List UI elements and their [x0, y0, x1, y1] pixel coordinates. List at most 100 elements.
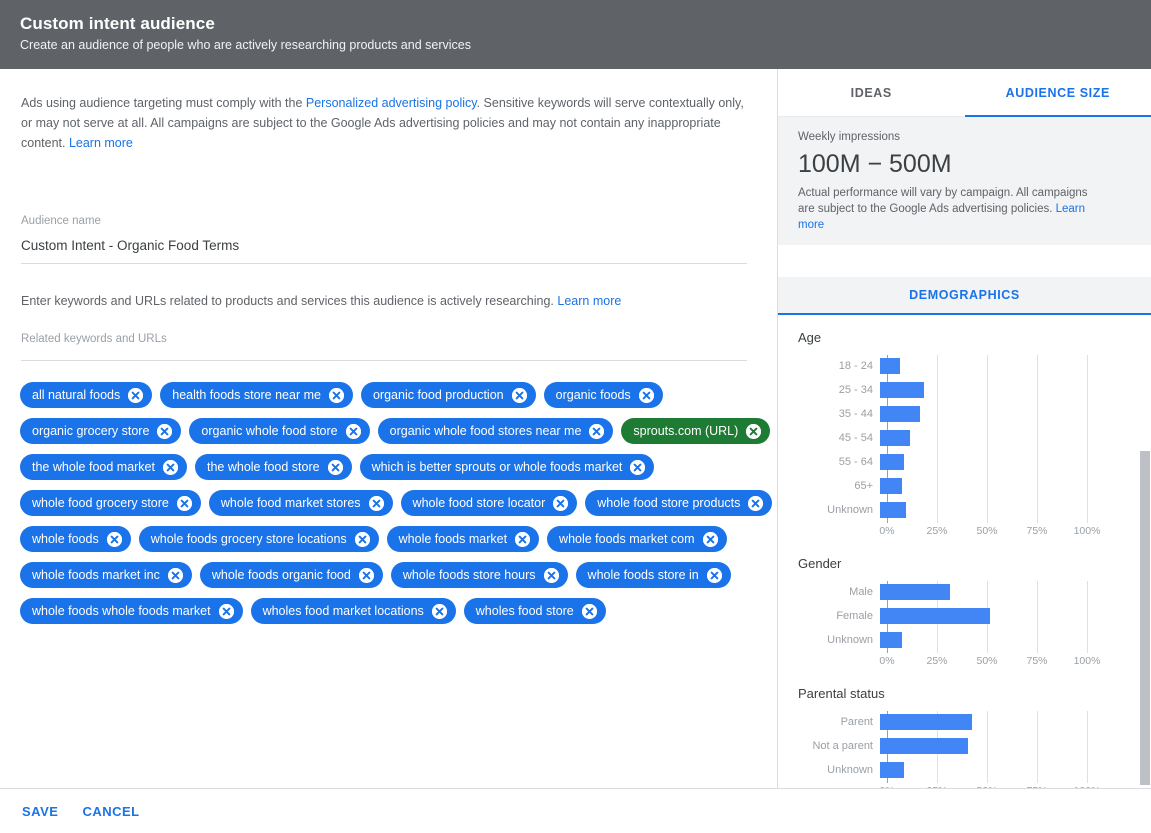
- keyword-chip[interactable]: whole food market stores: [208, 490, 393, 516]
- keyword-chip[interactable]: whole foods market com: [547, 526, 727, 552]
- chip-remove-icon[interactable]: [511, 387, 527, 403]
- chip-remove-button[interactable]: [431, 603, 447, 619]
- chip-remove-button[interactable]: [748, 495, 764, 511]
- chip-remove-icon[interactable]: [748, 495, 764, 511]
- keyword-chip[interactable]: all natural foods: [20, 382, 153, 408]
- chip-remove-button[interactable]: [515, 531, 531, 547]
- chip-remove-button[interactable]: [328, 387, 344, 403]
- chip-remove-button[interactable]: [354, 531, 370, 547]
- keyword-chip[interactable]: whole foods: [20, 526, 131, 552]
- keyword-chip[interactable]: whole foods store in: [575, 562, 731, 588]
- chip-remove-icon[interactable]: [218, 603, 234, 619]
- chip-remove-button[interactable]: [345, 423, 361, 439]
- chip-remove-icon[interactable]: [327, 459, 343, 475]
- tab-ideas[interactable]: IDEAS: [778, 69, 965, 117]
- keyword-chip[interactable]: whole foods market: [386, 526, 540, 552]
- audience-name-input[interactable]: Custom Intent - Organic Food Terms: [21, 236, 747, 256]
- keyword-chip[interactable]: organic whole food stores near me: [377, 418, 614, 444]
- chip-remove-icon[interactable]: [543, 567, 559, 583]
- chip-remove-button[interactable]: [358, 567, 374, 583]
- chip-label: whole foods market com: [559, 532, 695, 546]
- chip-remove-button[interactable]: [543, 567, 559, 583]
- keyword-chip[interactable]: the whole food market: [20, 454, 187, 480]
- chip-remove-icon[interactable]: [630, 459, 646, 475]
- keyword-chip[interactable]: organic whole food store: [189, 418, 370, 444]
- keyword-chip[interactable]: whole food store locator: [400, 490, 578, 516]
- demographics-scrollbar-thumb[interactable]: [1140, 451, 1150, 785]
- chip-remove-icon[interactable]: [515, 531, 531, 547]
- chip-remove-button[interactable]: [746, 423, 762, 439]
- personalized-advertising-policy-link[interactable]: Personalized advertising policy: [306, 96, 477, 110]
- keyword-chip[interactable]: wholes food market locations: [250, 598, 456, 624]
- keyword-chip[interactable]: whole foods organic food: [199, 562, 383, 588]
- keyword-chip[interactable]: whole foods grocery store locations: [138, 526, 379, 552]
- chip-remove-button[interactable]: [581, 603, 597, 619]
- chart-bar-track: [880, 379, 1080, 401]
- tab-audience-size[interactable]: AUDIENCE SIZE: [964, 69, 1151, 117]
- chip-remove-icon[interactable]: [163, 459, 178, 475]
- tab-demographics[interactable]: DEMOGRAPHICS: [778, 277, 1151, 315]
- chip-remove-button[interactable]: [553, 495, 569, 511]
- chip-remove-button[interactable]: [511, 387, 527, 403]
- chip-remove-icon[interactable]: [176, 495, 192, 511]
- keyword-chip-row: all natural foods health foods store near…: [20, 382, 760, 408]
- chip-remove-icon[interactable]: [368, 495, 384, 511]
- keyword-chip[interactable]: organic food production: [360, 382, 536, 408]
- keyword-chip[interactable]: health foods store near me: [160, 382, 353, 408]
- keyword-chip[interactable]: wholes food store: [463, 598, 606, 624]
- chip-remove-icon[interactable]: [431, 603, 447, 619]
- chip-remove-icon[interactable]: [706, 567, 722, 583]
- chip-remove-icon[interactable]: [746, 423, 762, 439]
- policy-learn-more-link[interactable]: Learn more: [69, 136, 133, 150]
- audience-name-field[interactable]: Audience name Custom Intent - Organic Fo…: [21, 214, 747, 264]
- keyword-chip[interactable]: whole foods whole foods market: [20, 598, 243, 624]
- save-button[interactable]: SAVE: [22, 804, 58, 819]
- keyword-chip[interactable]: whole foods market inc: [20, 562, 192, 588]
- keyword-chip[interactable]: whole food grocery store: [20, 490, 201, 516]
- keyword-chip[interactable]: the whole food store: [195, 454, 352, 480]
- url-chip[interactable]: sprouts.com (URL): [621, 418, 771, 444]
- chip-remove-icon[interactable]: [638, 387, 654, 403]
- chip-label: whole food market stores: [220, 496, 361, 510]
- chip-remove-icon[interactable]: [354, 531, 370, 547]
- chip-remove-icon[interactable]: [328, 387, 344, 403]
- keyword-chip[interactable]: which is better sprouts or whole foods m…: [359, 454, 655, 480]
- chip-remove-icon[interactable]: [553, 495, 569, 511]
- chart-bar-track: [880, 403, 1080, 425]
- chip-remove-button[interactable]: [638, 387, 654, 403]
- chip-remove-button[interactable]: [176, 495, 192, 511]
- chart-plot-area: ParentNot a parentUnknown0%25%50%75%100%: [798, 711, 1151, 788]
- chip-remove-button[interactable]: [368, 495, 384, 511]
- chip-remove-icon[interactable]: [702, 531, 718, 547]
- chip-remove-button[interactable]: [706, 567, 722, 583]
- chip-remove-icon[interactable]: [167, 567, 183, 583]
- chip-remove-button[interactable]: [128, 387, 144, 403]
- chip-remove-icon[interactable]: [345, 423, 361, 439]
- chip-remove-icon[interactable]: [581, 603, 597, 619]
- chip-remove-button[interactable]: [106, 531, 122, 547]
- chip-remove-button[interactable]: [327, 459, 343, 475]
- chart-bar-row: Parent: [798, 711, 1151, 733]
- related-keywords-field[interactable]: Related keywords and URLs: [21, 332, 747, 361]
- chip-remove-icon[interactable]: [157, 423, 173, 439]
- chip-remove-button[interactable]: [589, 423, 605, 439]
- chip-remove-button[interactable]: [157, 423, 173, 439]
- chart-category-label: 25 - 34: [838, 384, 873, 396]
- keyword-chip[interactable]: whole food store products: [585, 490, 773, 516]
- keywords-learn-more-link[interactable]: Learn more: [557, 294, 621, 308]
- cancel-button[interactable]: CANCEL: [82, 804, 139, 819]
- chip-remove-button[interactable]: [218, 603, 234, 619]
- chip-remove-icon[interactable]: [589, 423, 605, 439]
- keyword-chip[interactable]: organic grocery store: [20, 418, 182, 444]
- keyword-chip[interactable]: whole foods store hours: [390, 562, 568, 588]
- demographics-scrollbar[interactable]: [1139, 315, 1151, 788]
- chip-remove-icon[interactable]: [106, 531, 122, 547]
- chip-label: organic whole food stores near me: [389, 424, 582, 438]
- chip-remove-button[interactable]: [167, 567, 183, 583]
- keyword-chip[interactable]: organic foods: [543, 382, 663, 408]
- chip-remove-button[interactable]: [163, 459, 178, 475]
- chip-remove-button[interactable]: [630, 459, 646, 475]
- chip-remove-button[interactable]: [702, 531, 718, 547]
- chip-remove-icon[interactable]: [128, 387, 144, 403]
- chip-remove-icon[interactable]: [358, 567, 374, 583]
